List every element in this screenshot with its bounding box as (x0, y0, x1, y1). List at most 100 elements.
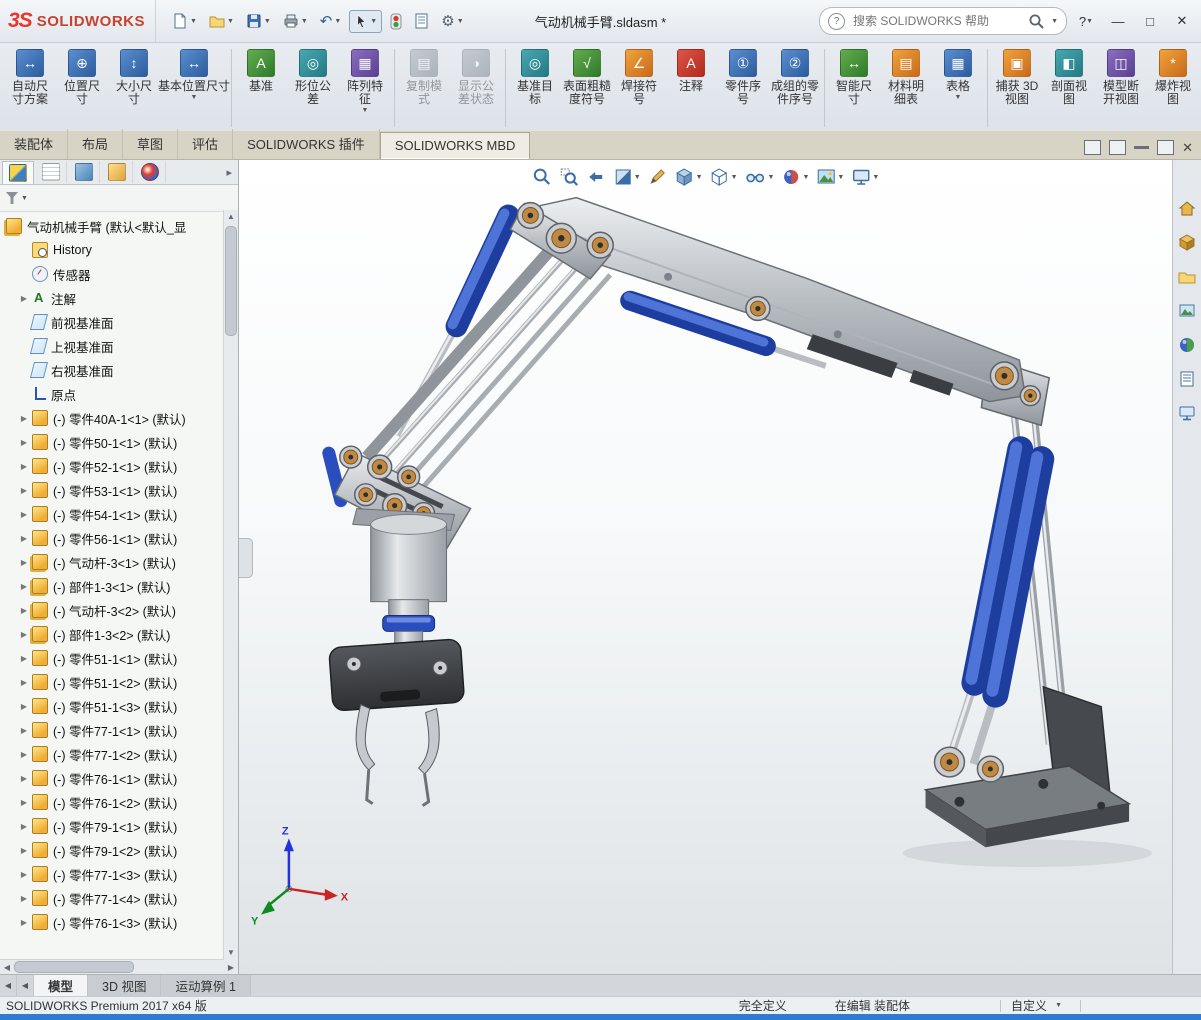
expand-arrow-icon[interactable]: ▶ (18, 702, 30, 711)
tree-horizontal-scrollbar[interactable]: ◀ ▶ (0, 959, 238, 974)
tree-item[interactable]: 上视基准面 (0, 334, 224, 358)
doc-tab[interactable]: 模型 (34, 975, 89, 996)
expand-arrow-icon[interactable]: ▶ (18, 438, 30, 447)
pattern-feature-button[interactable]: ▦ 阵列特征 ▼ (339, 45, 391, 131)
doc-tab[interactable]: 3D 视图 (88, 975, 162, 996)
smart-dimension-button[interactable]: ↔ 智能尺寸 (828, 45, 880, 131)
tree-item[interactable]: 前视基准面 (0, 310, 224, 334)
displaymanager-tab[interactable] (135, 161, 166, 183)
tree-item[interactable]: ▶ (-) 气动杆-3<1> (默认) (0, 550, 224, 574)
tree-item[interactable]: ▶ (-) 零件77-1<1> (默认) (0, 718, 224, 742)
new-document-button[interactable]: ▼ (168, 10, 201, 32)
undo-button[interactable]: ↶ ▼ (316, 9, 346, 33)
search-input[interactable] (851, 13, 1023, 29)
tree-item[interactable]: ▶ (-) 零件79-1<2> (默认) (0, 838, 224, 862)
propertymanager-tab[interactable] (36, 161, 67, 183)
view-palette-button[interactable] (1176, 300, 1198, 322)
filter-caret[interactable]: ▼ (21, 195, 28, 202)
minimize-button[interactable]: — (1105, 9, 1131, 33)
configurationmanager-tab[interactable] (69, 161, 100, 183)
basic-location-dimension-button[interactable]: ↔ 基本位置尺寸 ▼ (158, 45, 230, 131)
tree-item[interactable]: ▶ (-) 零件54-1<1> (默认) (0, 502, 224, 526)
dimxpertmanager-tab[interactable] (102, 161, 133, 183)
expand-arrow-icon[interactable]: ▶ (18, 750, 30, 759)
tree-item[interactable]: ▶ (-) 部件1-3<1> (默认) (0, 574, 224, 598)
search-icon[interactable] (1028, 13, 1045, 30)
tree-item[interactable]: ▶ (-) 零件56-1<1> (默认) (0, 526, 224, 550)
help-search-box[interactable]: ? ▼ (819, 7, 1067, 35)
pane-right-icon[interactable] (1109, 140, 1127, 155)
capture-3d-view-button[interactable]: ▣ 捕获 3D 视图 (991, 45, 1043, 131)
tree-item[interactable]: ▶ (-) 零件79-1<1> (默认) (0, 814, 224, 838)
select-tool-button[interactable]: ▼ (349, 9, 383, 33)
minimize-document-icon[interactable] (1134, 145, 1150, 149)
expand-arrow-icon[interactable]: ▶ (18, 822, 30, 831)
expand-arrow-icon[interactable]: ▶ (18, 606, 30, 615)
section-view-button[interactable]: ◧ 剖面视图 (1043, 45, 1095, 131)
command-tab[interactable]: SOLIDWORKS MBD (379, 132, 531, 159)
tab-scroll-left-icon[interactable]: ◀ (0, 975, 17, 996)
annotation-pencil-button[interactable] (646, 165, 670, 189)
help-button[interactable]: ? ▼ (1073, 9, 1099, 33)
tree-item[interactable]: ▶ (-) 零件77-1<4> (默认) (0, 886, 224, 910)
tree-item[interactable]: ▶ (-) 零件76-1<3> (默认) (0, 910, 224, 934)
tree-item[interactable]: ▶ (-) 零件76-1<2> (默认) (0, 790, 224, 814)
command-tab[interactable]: SOLIDWORKS 插件 (233, 129, 380, 159)
expand-arrow-icon[interactable]: ▶ (18, 462, 30, 471)
scroll-down-icon[interactable]: ▼ (227, 946, 235, 960)
datum-button[interactable]: A 基准 (235, 45, 287, 131)
balloon-button[interactable]: ① 零件序号 (717, 45, 769, 131)
expand-arrow-icon[interactable]: ▶ (18, 582, 30, 591)
auto-balloon-button[interactable]: ② 成组的零 件序号 (769, 45, 821, 131)
close-document-icon[interactable]: ✕ (1182, 141, 1193, 154)
save-button[interactable]: ▼ (242, 10, 275, 32)
command-tab[interactable]: 装配体 (0, 129, 69, 159)
section-view-button[interactable]: ▼ (611, 165, 643, 189)
tree-item[interactable]: 传感器 (0, 262, 224, 286)
tree-item[interactable]: ▶ (-) 零件50-1<1> (默认) (0, 430, 224, 454)
open-button[interactable]: ▼ (205, 10, 238, 32)
expand-arrow-icon[interactable]: ▶ (18, 894, 30, 903)
forum-button[interactable] (1176, 402, 1198, 424)
tree-item[interactable]: ▶ (-) 零件51-1<1> (默认) (0, 646, 224, 670)
tree-item[interactable]: 右视基准面 (0, 358, 224, 382)
exploded-view-button[interactable]: * 爆炸视图 (1147, 45, 1199, 131)
scroll-right-icon[interactable]: ▶ (224, 963, 238, 972)
command-tab[interactable]: 布局 (68, 129, 124, 159)
expand-arrow-icon[interactable]: ▶ (18, 774, 30, 783)
command-tab[interactable]: 评估 (178, 129, 234, 159)
previous-view-button[interactable] (584, 165, 608, 189)
auto-dimension-scheme-button[interactable]: ↔ 自动尺 寸方案 (4, 45, 56, 131)
display-style-button[interactable]: ▼ (708, 165, 740, 189)
view-settings-button[interactable]: ▼ (849, 165, 881, 189)
pane-expand-chevron-icon[interactable]: ▸ (226, 166, 238, 179)
tree-item[interactable]: ▶ (-) 零件40A-1<1> (默认) (0, 406, 224, 430)
pane-left-icon[interactable] (1084, 140, 1102, 155)
tree-item[interactable]: ▶ (-) 零件53-1<1> (默认) (0, 478, 224, 502)
weld-symbol-button[interactable]: ∠ 焊接符号 (613, 45, 665, 131)
view-orientation-button[interactable]: ▼ (673, 165, 705, 189)
command-tab[interactable]: 草图 (123, 129, 179, 159)
note-button[interactable]: A 注释 (665, 45, 717, 131)
hide-show-items-button[interactable]: ▼ (743, 165, 777, 189)
expand-arrow-icon[interactable]: ▶ (18, 630, 30, 639)
geometric-tolerance-button[interactable]: ◎ 形位公差 (287, 45, 339, 131)
expand-arrow-icon[interactable]: ▶ (18, 870, 30, 879)
edit-appearance-button[interactable]: ▼ (779, 165, 811, 189)
rebuild-button[interactable] (386, 10, 406, 33)
tree-item[interactable]: ▶ (-) 零件77-1<3> (默认) (0, 862, 224, 886)
pneumatic-arm-3d-model[interactable]: Z X Y (239, 160, 1172, 974)
panel-splitter-handle[interactable] (239, 538, 253, 578)
expand-arrow-icon[interactable]: ▶ (18, 678, 30, 687)
file-explorer-button[interactable] (1176, 266, 1198, 288)
appearances-button[interactable] (1176, 334, 1198, 356)
tree-item[interactable]: ▶ (-) 零件77-1<2> (默认) (0, 742, 224, 766)
apply-scene-button[interactable]: ▼ (814, 165, 846, 189)
graphics-viewport[interactable]: ▼ ▼ ▼ ▼ ▼ ▼ ▼ Z X Y (239, 160, 1172, 974)
tree-item[interactable]: History (0, 238, 224, 262)
scroll-up-icon[interactable]: ▲ (227, 210, 235, 224)
tree-item[interactable]: ▶ (-) 气动杆-3<2> (默认) (0, 598, 224, 622)
filter-funnel-icon[interactable] (6, 192, 18, 204)
tree-item[interactable]: ▶ 注解 (0, 286, 224, 310)
tree-item[interactable]: ▶ (-) 零件51-1<3> (默认) (0, 694, 224, 718)
